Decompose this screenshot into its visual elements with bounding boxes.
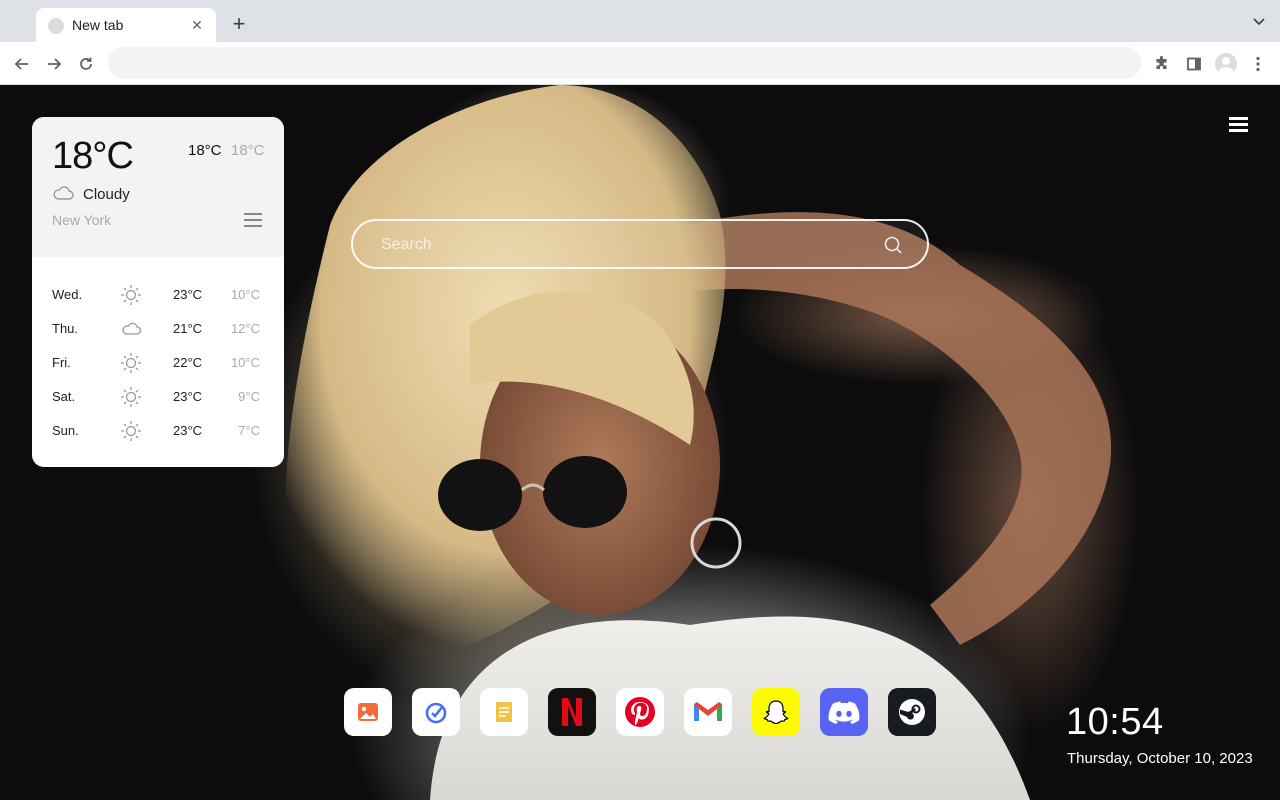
forward-icon[interactable] — [42, 52, 66, 76]
search-input[interactable] — [381, 233, 861, 257]
reload-icon[interactable] — [74, 52, 98, 76]
chevron-down-icon[interactable] — [1252, 15, 1266, 29]
forecast-row: Fri. 22°C 10°C — [32, 345, 284, 379]
search-bar[interactable] — [351, 219, 929, 269]
gmail-app-icon[interactable] — [684, 688, 732, 736]
forecast-day: Sat. — [52, 389, 76, 404]
snapchat-app-icon[interactable] — [752, 688, 800, 736]
sun-icon — [121, 387, 141, 407]
menu-icon[interactable] — [1229, 117, 1249, 133]
address-bar[interactable] — [108, 47, 1141, 79]
tab-title: New tab — [72, 17, 124, 33]
forecast-day: Sun. — [52, 423, 79, 438]
cloud-icon — [122, 322, 142, 335]
forecast-high: 23°C — [173, 423, 203, 438]
forecast-list: Wed. 23°C 10°C Thu. 21°C 12°C Fri. 22°C … — [32, 277, 284, 447]
forecast-high: 21°C — [173, 321, 203, 336]
clock-time: 10:54 — [1066, 701, 1164, 743]
weather-current: 18°C 18°C 18°C Cloudy New York — [32, 117, 284, 257]
new-tab-button[interactable]: + — [228, 13, 250, 35]
search-icon[interactable] — [883, 235, 903, 255]
steam-app-icon[interactable] — [888, 688, 936, 736]
forecast-row: Thu. 21°C 12°C — [32, 311, 284, 345]
photos-app-icon[interactable] — [344, 688, 392, 736]
tab-favicon-icon — [48, 18, 64, 34]
weather-condition: Cloudy — [83, 186, 130, 203]
today-low: 18°C — [231, 142, 265, 159]
new-tab-page: 18°C 18°C 18°C Cloudy New York Wed. 23°C… — [0, 85, 1280, 800]
weather-menu-icon[interactable] — [244, 213, 262, 229]
sun-icon — [121, 285, 141, 305]
forecast-row: Sat. 23°C 9°C — [32, 379, 284, 413]
sun-icon — [121, 421, 141, 441]
more-menu-icon[interactable] — [1246, 52, 1270, 76]
forecast-high: 23°C — [173, 287, 203, 302]
forecast-high: 22°C — [173, 355, 203, 370]
clock-date: Thursday, October 10, 2023 — [1067, 750, 1253, 767]
forecast-low: 10°C — [230, 355, 260, 370]
forecast-row: Sun. 23°C 7°C — [32, 413, 284, 447]
netflix-app-icon[interactable] — [548, 688, 596, 736]
side-panel-icon[interactable] — [1182, 52, 1206, 76]
forecast-low: 12°C — [230, 321, 260, 336]
forecast-high: 23°C — [173, 389, 203, 404]
dida-app-icon[interactable] — [412, 688, 460, 736]
profile-avatar-icon[interactable] — [1214, 52, 1238, 76]
forecast-row: Wed. 23°C 10°C — [32, 277, 284, 311]
tab-strip: New tab ✕ + — [0, 0, 1280, 42]
back-icon[interactable] — [10, 52, 34, 76]
forecast-low: 9°C — [238, 389, 260, 404]
close-icon[interactable]: ✕ — [188, 16, 206, 34]
forecast-low: 10°C — [230, 287, 260, 302]
current-temperature: 18°C — [52, 135, 134, 177]
today-high: 18°C — [188, 142, 222, 159]
extensions-icon[interactable] — [1150, 52, 1174, 76]
forecast-day: Thu. — [52, 321, 79, 336]
sun-icon — [121, 353, 141, 373]
weather-widget[interactable]: 18°C 18°C 18°C Cloudy New York Wed. 23°C… — [32, 117, 284, 467]
forecast-day: Wed. — [52, 287, 83, 302]
notes-app-icon[interactable] — [480, 688, 528, 736]
forecast-day: Fri. — [52, 355, 71, 370]
cloud-icon — [53, 186, 74, 200]
pinterest-app-icon[interactable] — [616, 688, 664, 736]
forecast-low: 7°C — [238, 423, 260, 438]
discord-app-icon[interactable] — [820, 688, 868, 736]
weather-city: New York — [52, 212, 112, 228]
tab-new-tab[interactable]: New tab ✕ — [36, 8, 216, 42]
browser-toolbar — [0, 42, 1280, 85]
